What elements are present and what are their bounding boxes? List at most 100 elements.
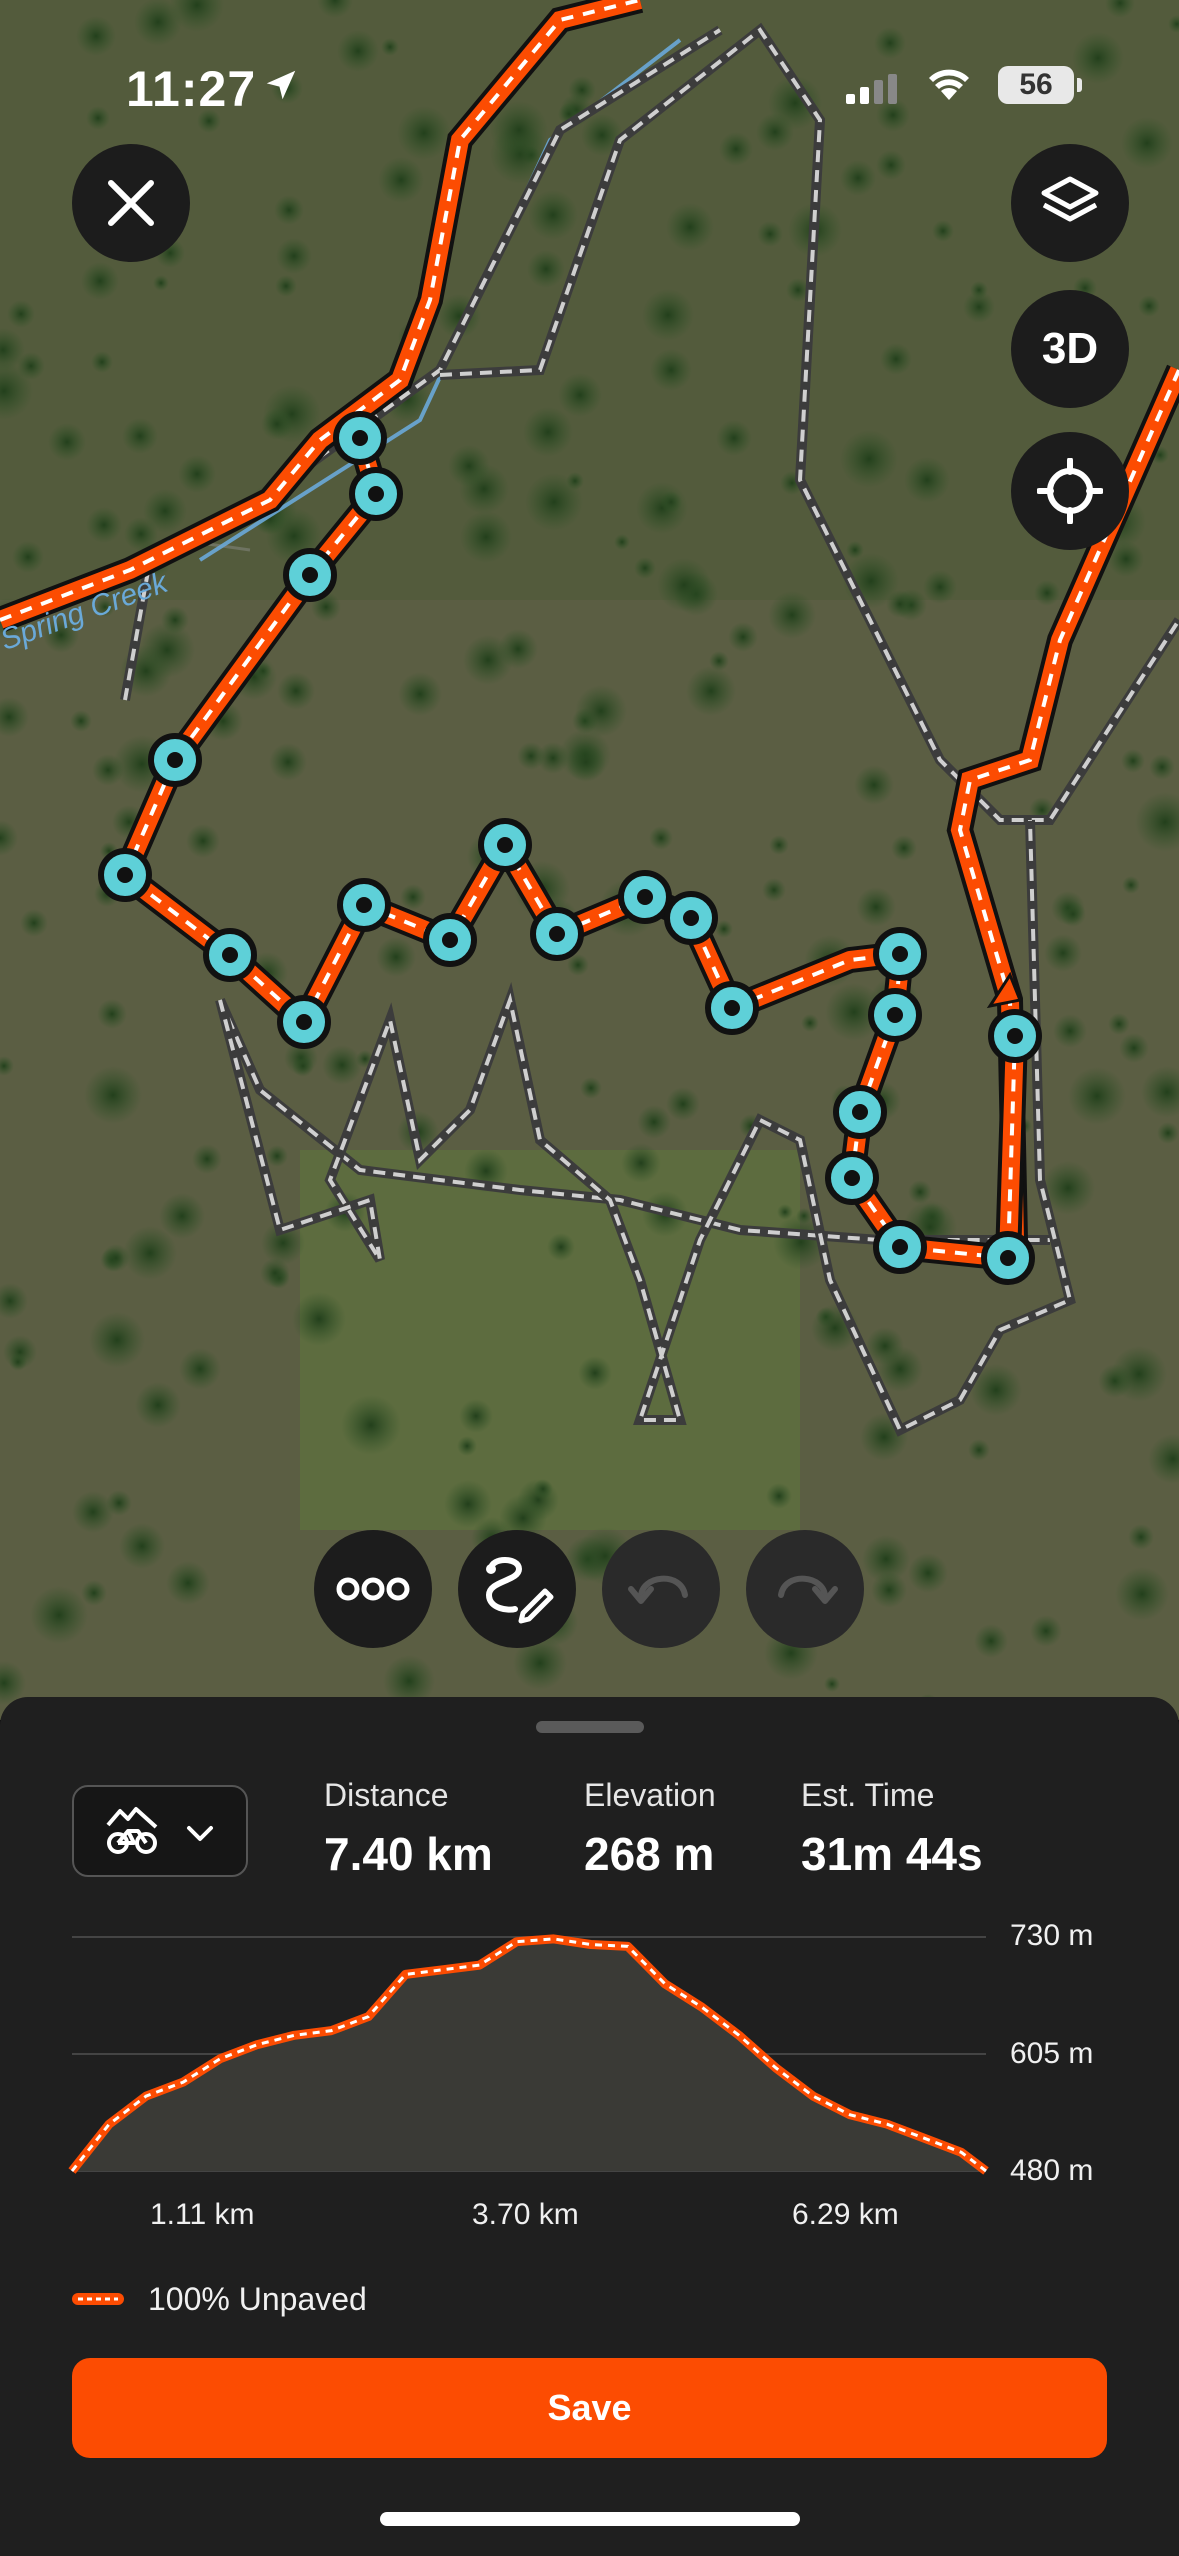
- tree: [1128, 1524, 1154, 1550]
- save-button[interactable]: Save: [72, 2358, 1107, 2458]
- tree: [566, 742, 606, 782]
- tree: [528, 190, 578, 240]
- 3d-label: 3D: [1041, 324, 1099, 373]
- tree: [135, 1382, 181, 1428]
- elevation-chart[interactable]: [0, 1697, 1179, 2257]
- map-layers-button[interactable]: [1011, 144, 1129, 262]
- tree: [86, 507, 122, 543]
- tree: [89, 1312, 145, 1368]
- tree: [266, 1145, 288, 1167]
- tree: [1157, 1122, 1179, 1144]
- tree: [463, 635, 513, 685]
- tree: [923, 570, 957, 604]
- tree: [20, 909, 48, 937]
- tree: [537, 742, 569, 774]
- tree: [76, 16, 116, 56]
- tree: [397, 106, 451, 160]
- tree: [1068, 1067, 1126, 1125]
- tree: [400, 884, 426, 910]
- home-indicator[interactable]: [380, 2512, 800, 2526]
- tree: [1111, 1346, 1167, 1402]
- tree: [97, 999, 127, 1029]
- tree: [17, 352, 45, 380]
- tree: [30, 1586, 88, 1644]
- waypoint-center: [222, 947, 238, 963]
- tree: [1108, 1013, 1130, 1035]
- tree: [862, 1535, 910, 1583]
- tree: [1149, 754, 1175, 780]
- tree: [854, 765, 894, 805]
- more-options-button[interactable]: [314, 1530, 432, 1648]
- tree: [7, 300, 35, 328]
- tree: [92, 754, 124, 786]
- y-tick-label: 480 m: [1010, 2154, 1094, 2187]
- tree: [650, 349, 692, 391]
- route-map[interactable]: Spring Creek: [0, 0, 1179, 1720]
- tree: [1115, 1567, 1169, 1621]
- tree: [716, 420, 752, 456]
- undo-button[interactable]: [602, 1530, 720, 1648]
- tree: [457, 1436, 477, 1456]
- tree: [12, 541, 44, 573]
- tree: [637, 1105, 671, 1139]
- tree: [686, 666, 736, 716]
- waypoint-center: [844, 1170, 860, 1186]
- tree: [276, 238, 312, 274]
- tree: [578, 1356, 612, 1390]
- tree: [657, 558, 711, 612]
- tree: [459, 1399, 493, 1433]
- map-canvas: [0, 0, 1179, 1720]
- battery-indicator: 56: [998, 66, 1074, 104]
- more-icon: [336, 1577, 410, 1601]
- tree: [523, 407, 573, 457]
- waypoint-center: [296, 1014, 312, 1030]
- tree: [757, 221, 783, 247]
- tree: [1121, 749, 1145, 773]
- tree: [274, 195, 304, 225]
- tree: [81, 262, 119, 300]
- waypoint-center: [892, 1239, 908, 1255]
- tree: [932, 220, 954, 242]
- waypoint-center: [302, 567, 318, 583]
- tree: [153, 275, 169, 291]
- tree: [186, 824, 220, 858]
- wifi-icon: [929, 69, 969, 100]
- tree: [9, 1353, 27, 1371]
- tree: [846, 541, 864, 559]
- tree: [634, 557, 656, 579]
- tree: [376, 937, 416, 977]
- draw-route-button[interactable]: [458, 1530, 576, 1648]
- tree: [444, 1480, 492, 1528]
- waypoint-center: [167, 752, 183, 768]
- tree: [123, 1226, 177, 1280]
- locate-button[interactable]: [1011, 432, 1129, 550]
- tree: [178, 455, 216, 493]
- tree: [666, 1087, 700, 1121]
- location-arrow-icon: [266, 70, 296, 100]
- waypoint-center: [1000, 1250, 1016, 1266]
- tree: [768, 591, 816, 639]
- tree: [876, 150, 906, 180]
- tree: [527, 250, 565, 288]
- waypoint-center: [637, 889, 653, 905]
- tree: [558, 373, 602, 417]
- tree: [161, 606, 189, 634]
- tree: [762, 878, 786, 902]
- close-icon: [108, 180, 154, 226]
- route-summary-sheet: Distance 7.40 km Elevation 268 m Est. Ti…: [0, 1697, 1179, 2556]
- tree: [660, 491, 682, 513]
- close-button[interactable]: [72, 144, 190, 262]
- tree: [192, 1144, 222, 1174]
- waypoint-center: [497, 837, 513, 853]
- 3d-toggle-button[interactable]: 3D: [1011, 290, 1129, 408]
- tree: [143, 489, 187, 533]
- tree: [460, 511, 512, 563]
- tree: [398, 672, 442, 716]
- redo-button[interactable]: [746, 1530, 864, 1648]
- tree: [840, 430, 898, 488]
- tree: [1053, 1014, 1087, 1048]
- tree: [904, 457, 950, 503]
- layers-icon: [1041, 176, 1099, 222]
- tree: [824, 1676, 840, 1692]
- tree: [275, 275, 297, 297]
